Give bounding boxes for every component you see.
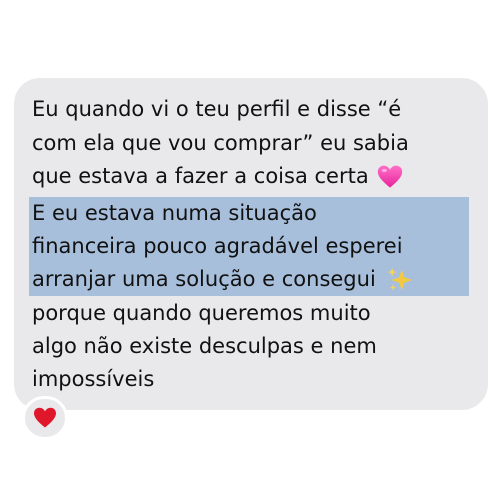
message-line-selected: E eu estava numa situação <box>32 201 317 225</box>
message-line-selected: financeira pouco agradável esperei <box>32 234 403 258</box>
message-line: porque quando queremos muito <box>32 301 371 325</box>
message-line: Eu quando vi o teu perfil e disse “é <box>32 97 402 121</box>
message-line-selected: arranjar uma solução e consegui <box>32 262 414 296</box>
sparkles-icon <box>388 267 413 291</box>
message-line: algo não existe desculpas e nem <box>32 334 377 358</box>
red-heart-icon <box>34 407 56 428</box>
message-line: com ela que vou comprar” eu sabia <box>32 131 409 155</box>
pink-heart-icon <box>378 165 403 188</box>
tapback-reaction[interactable] <box>22 396 68 440</box>
message-line: impossíveis <box>32 367 155 391</box>
message-line: que estava a fazer a coisa certa <box>32 159 403 193</box>
chat-screen: Eu quando vi o teu perfil e disse “é com… <box>0 0 500 500</box>
